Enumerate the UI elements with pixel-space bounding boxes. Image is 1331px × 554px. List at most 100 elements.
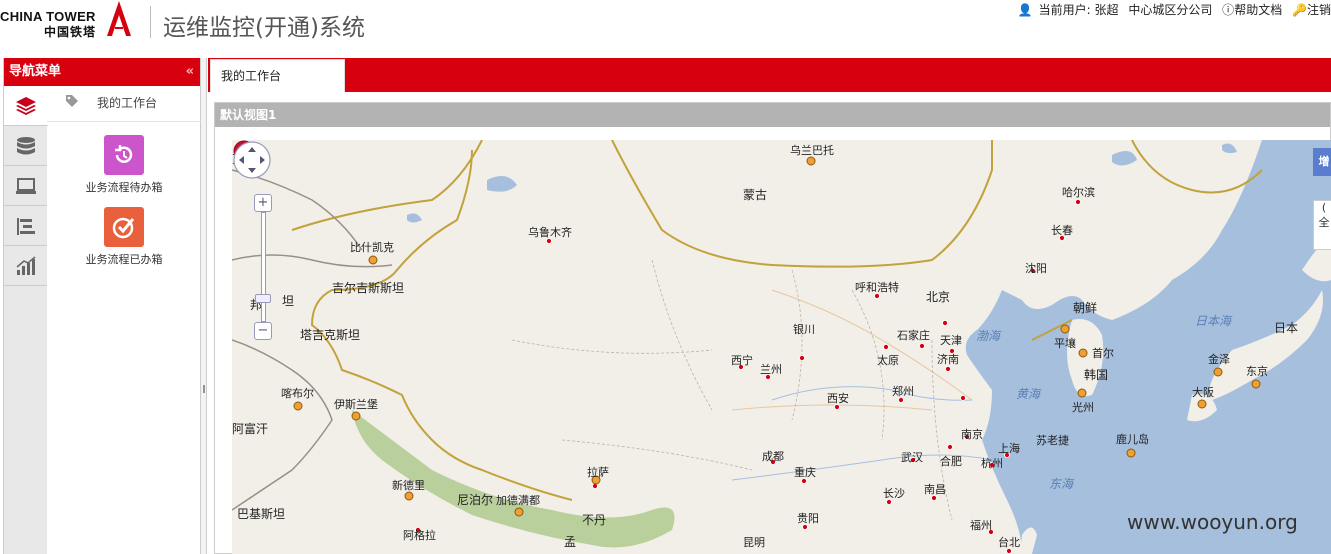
tile-done-label: 业务流程已办箱	[85, 253, 163, 266]
map-label-chongqing: 重庆	[794, 466, 816, 479]
map-label-islamabad: 伊斯兰堡	[334, 398, 378, 411]
check-circle-icon	[112, 217, 135, 239]
help-icon[interactable]: ⓘ	[1222, 3, 1234, 17]
collapse-sidebar-button[interactable]: «	[186, 58, 194, 86]
zoom-slider-handle[interactable]	[255, 294, 271, 303]
map-label-gwangju: 光州	[1072, 401, 1094, 414]
map-label-fuzhou: 福州	[970, 519, 992, 532]
map-label-urumqi: 乌鲁木齐	[528, 226, 572, 239]
china-tower-logo-icon	[107, 1, 131, 37]
map-label-pakistan: 巴基斯坦	[237, 507, 286, 521]
help-link[interactable]: 帮助文档	[1234, 3, 1282, 17]
header-divider	[150, 6, 151, 38]
map-label-agra: 阿格拉	[403, 529, 436, 542]
map-label-shijiazhuang: 石家庄	[897, 329, 930, 342]
map-canvas[interactable]: 乌兰巴托 蒙古 乌鲁木齐 比什凯克 吉尔吉斯斯坦 塔吉克斯坦 喀布尔 伊斯兰堡 …	[232, 140, 1331, 554]
view-panel-title: 默认视图1	[215, 103, 1330, 127]
splitter-arrow-icon[interactable]: ‖	[202, 384, 206, 393]
map-label-lhasa: 拉萨	[587, 466, 609, 479]
map-label-shanghai: 上海	[998, 442, 1020, 455]
map-label-afghanistan: 阿富汗	[232, 422, 269, 436]
map-label-nanchang: 南昌	[924, 483, 946, 496]
map-label-kyrgyzstan: 吉尔吉斯斯坦	[332, 281, 405, 295]
map-label-japan: 日本	[1274, 321, 1299, 335]
history-icon	[115, 145, 133, 163]
map-label-bohai: 渤海	[976, 329, 1001, 343]
zoom-out-button[interactable]: −	[254, 322, 272, 340]
map-label-east-sea: 东海	[1049, 477, 1074, 491]
map-label-ulaanbaatar: 乌兰巴托	[790, 144, 834, 157]
map-fullextent-label: 全	[1318, 216, 1330, 229]
map-label-nepal: 尼泊尔	[457, 493, 494, 507]
map-label-taiyuan: 太原	[877, 354, 899, 367]
rail-database[interactable]	[4, 126, 47, 166]
map-label-yinchuan: 银川	[793, 323, 815, 336]
map-label-seoul: 首尔	[1092, 347, 1114, 360]
user-bar: 👤 当前用户: 张超 中心城区分公司 ⓘ帮助文档 🔑注销	[1012, 1, 1331, 18]
map-label-hangzhou: 杭州	[981, 457, 1003, 470]
gantt-icon	[16, 217, 35, 235]
map-label-north-korea: 朝鲜	[1073, 301, 1098, 315]
map-label-tianjin: 天津	[940, 334, 962, 347]
tile-done-box[interactable]: 业务流程已办箱	[47, 207, 201, 267]
map-label-mongolia: 蒙古	[743, 188, 768, 202]
logo-text-en: CHINA TOWER	[0, 9, 96, 24]
map-label-nanjing: 南京	[961, 428, 983, 441]
rail-laptop[interactable]	[4, 166, 47, 206]
map-pan-control[interactable]	[232, 140, 272, 180]
tile-done-icon-box	[104, 207, 144, 247]
icon-rail	[4, 86, 48, 554]
map-label-wuhan: 武汉	[901, 451, 923, 464]
map-label-kanazawa: 金泽	[1208, 353, 1230, 366]
tab-workbench[interactable]: 我的工作台	[210, 59, 345, 92]
map-extent-paren: (	[1321, 201, 1327, 214]
map-label-chengdu: 成都	[762, 450, 784, 463]
nav-panel: 我的工作台 业务流程待办箱 业务流程已办箱	[47, 86, 201, 554]
rail-chart[interactable]	[4, 246, 47, 286]
map-label-taipei: 台北	[998, 536, 1020, 549]
rail-layers[interactable]	[4, 86, 48, 126]
tile-pending-icon-box	[104, 135, 144, 175]
sidebar-item-workbench[interactable]: 我的工作台	[47, 86, 201, 122]
map-label-changsha: 长沙	[883, 487, 905, 500]
user-icon: 👤	[1017, 3, 1033, 17]
key-icon[interactable]: 🔑	[1292, 3, 1307, 17]
rail-gantt[interactable]	[4, 206, 47, 246]
tile-pending-label: 业务流程待办箱	[85, 181, 163, 194]
map-label-guiyang: 贵阳	[797, 512, 819, 525]
map-layer-button[interactable]: 增	[1313, 148, 1331, 176]
map-label-beijing: 北京	[926, 290, 951, 304]
map-label-changchun: 长春	[1051, 224, 1073, 237]
database-icon	[16, 136, 35, 154]
map-label-korea: 韩国	[1084, 368, 1109, 382]
main-area: 我的工作台 默认视图1 乌兰巴托 蒙古 乌鲁木齐 比什凯克 吉尔吉斯斯坦 塔吉克…	[208, 58, 1331, 554]
map-label-tajikistan: 塔吉克斯坦	[300, 328, 361, 342]
zoom-slider-track[interactable]	[261, 212, 266, 322]
current-user: 当前用户: 张超	[1038, 3, 1119, 17]
map-extent-control[interactable]: ( 全	[1313, 200, 1331, 250]
sidebar-title: 导航菜单	[9, 64, 62, 79]
zoom-in-button[interactable]: +	[254, 194, 272, 212]
map-label-xining: 西宁	[731, 354, 753, 367]
map-label-kunming: 昆明	[743, 536, 765, 549]
sidebar-item-workbench-label: 我的工作台	[97, 96, 158, 110]
tag-icon	[66, 95, 78, 107]
map-zoom-control: + −	[254, 194, 274, 340]
logout-link[interactable]: 注销	[1307, 3, 1331, 17]
map-label-zhengzhou: 郑州	[892, 385, 914, 398]
logo-text-cn: 中国铁塔	[44, 25, 97, 39]
map-label-bishkek: 比什凯克	[350, 241, 394, 254]
system-title: 运维监控(开通)系统	[163, 15, 365, 41]
map-label-tokyo: 东京	[1246, 365, 1268, 378]
map-label-pyongyang: 平壤	[1054, 337, 1076, 350]
map-label-osaka: 大阪	[1192, 386, 1214, 399]
sidebar-splitter[interactable]: ‖	[201, 58, 207, 554]
map-label-kagoshima: 鹿儿岛	[1116, 433, 1149, 446]
map-label-hefei: 合肥	[940, 455, 962, 468]
sidebar-header: 导航菜单 «	[4, 58, 200, 86]
map-label-yellow-sea: 黄海	[1016, 387, 1041, 401]
tile-pending-box[interactable]: 业务流程待办箱	[47, 135, 201, 195]
map-label-fragment-meng: 孟	[564, 535, 577, 549]
map-label-jinan: 济南	[937, 353, 959, 366]
map-label-japan-sea: 日本海	[1195, 314, 1232, 328]
